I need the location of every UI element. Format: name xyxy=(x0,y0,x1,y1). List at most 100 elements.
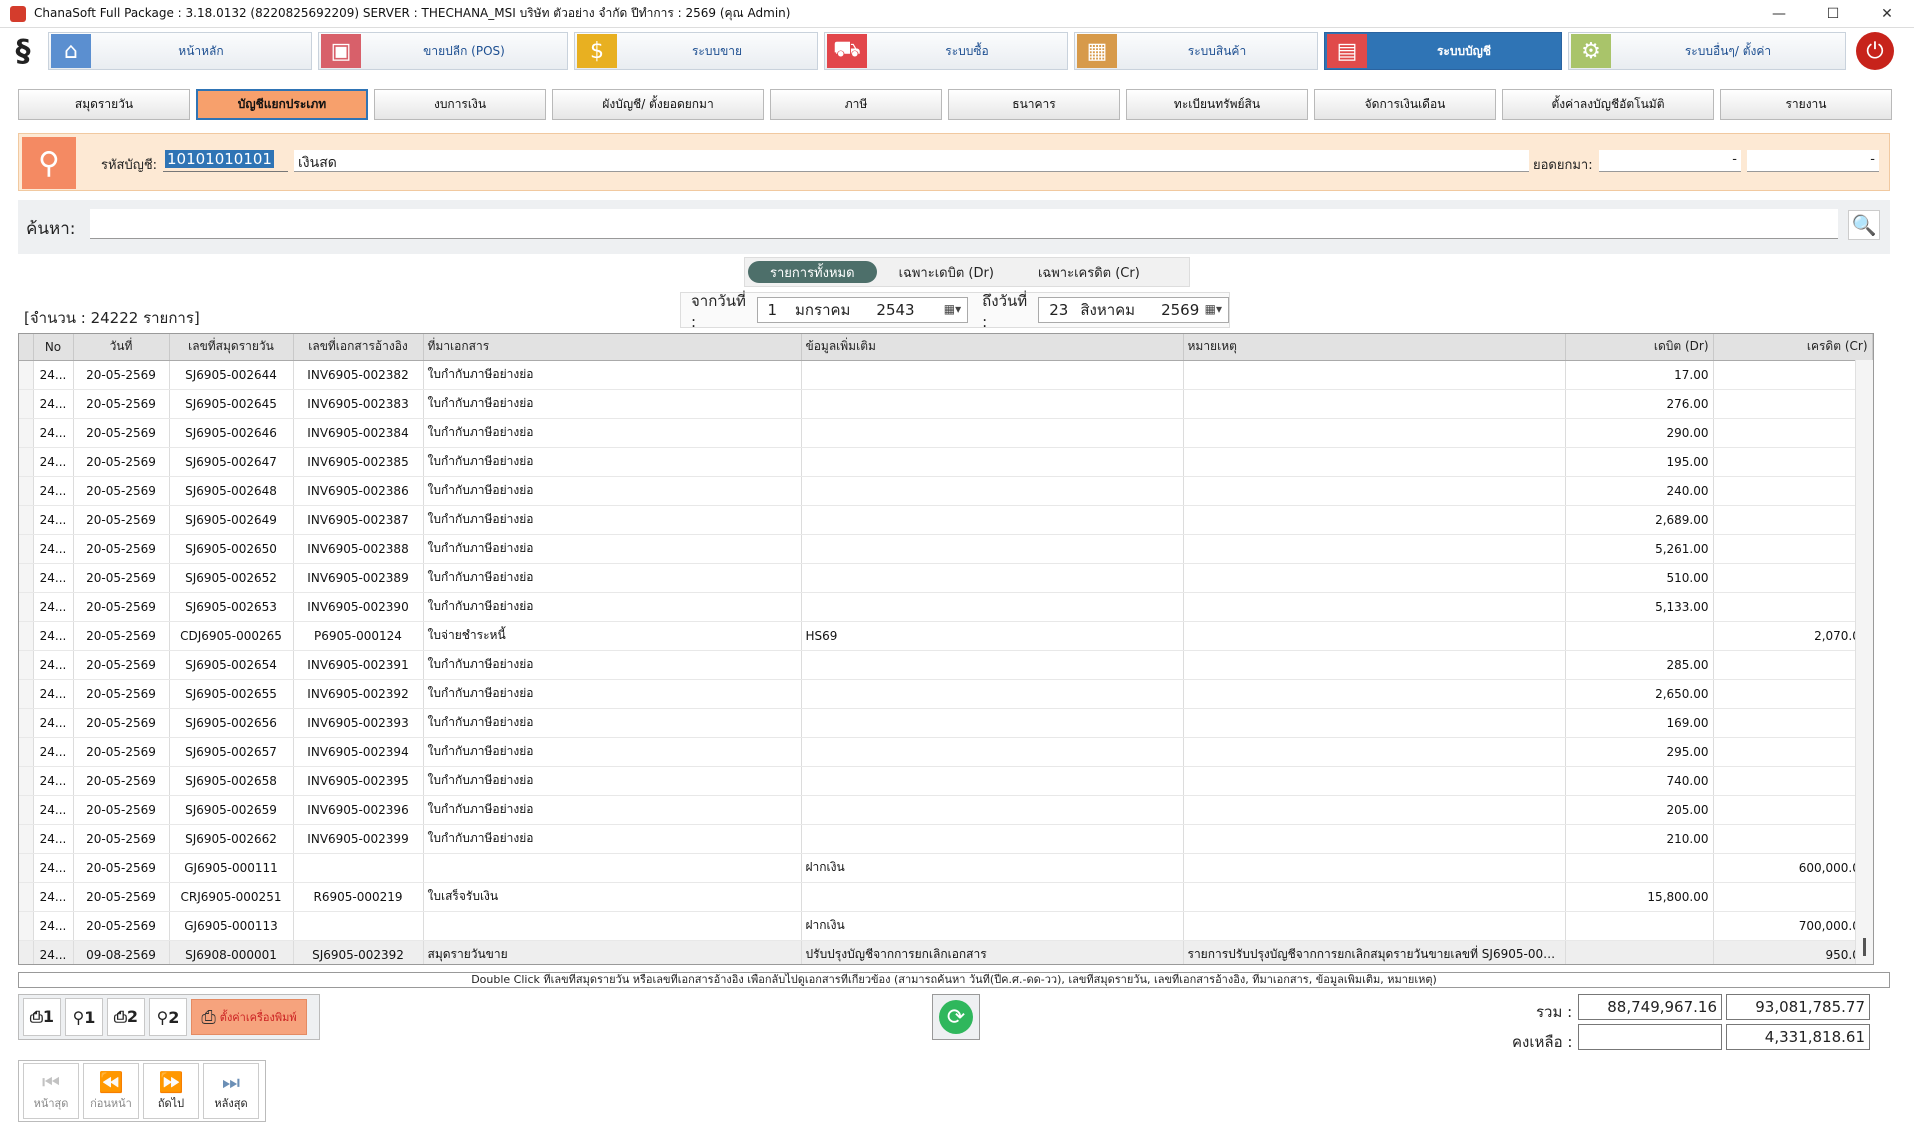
table-cell[interactable]: CRJ6905-000251 xyxy=(169,882,294,912)
table-row[interactable]: 24... 20-05-2569 SJ6905-002648 INV6905-0023… xyxy=(19,476,1873,506)
calendar-dropdown-icon[interactable]: ▦▾ xyxy=(944,302,961,316)
table-cell[interactable]: P6905-000124 xyxy=(293,621,424,651)
filter-option-2[interactable]: เฉพาะเครดิต (Cr) xyxy=(1016,261,1162,283)
table-cell[interactable]: INV6905-002393 xyxy=(293,708,424,738)
row-indicator[interactable] xyxy=(19,650,34,680)
row-indicator[interactable] xyxy=(19,389,34,419)
row-indicator[interactable] xyxy=(19,592,34,622)
table-row[interactable]: 24... 20-05-2569 SJ6905-002654 INV6905-0023… xyxy=(19,650,1873,680)
refresh-button[interactable]: ⟳ xyxy=(932,994,980,1040)
tab-9[interactable]: รายงาน xyxy=(1720,89,1892,120)
table-cell[interactable]: INV6905-002390 xyxy=(293,592,424,622)
nav-item-1[interactable]: ▣ ขายปลีก (POS) xyxy=(318,32,568,70)
account-code-field[interactable]: 10101010101 xyxy=(163,150,288,172)
row-indicator[interactable] xyxy=(19,534,34,564)
previous-page-button[interactable]: ⏪ ก่อนหน้า xyxy=(83,1063,139,1119)
tab-7[interactable]: จัดการเงินเดือน xyxy=(1314,89,1496,120)
power-icon[interactable]: ⏻ xyxy=(1856,32,1894,70)
column-header[interactable]: หมายเหตุ xyxy=(1183,334,1566,361)
table-cell[interactable]: CDJ6905-000265 xyxy=(169,621,294,651)
table-cell[interactable] xyxy=(293,853,424,883)
table-cell[interactable]: SJ6905-002657 xyxy=(169,737,294,767)
column-header[interactable]: เลขที่เอกสารอ้างอิง xyxy=(293,334,424,361)
table-row[interactable]: 24... 20-05-2569 GJ6905-000113 ฝากเงิน 700,0… xyxy=(19,911,1873,941)
tab-5[interactable]: ธนาคาร xyxy=(948,89,1120,120)
row-indicator[interactable] xyxy=(19,824,34,854)
table-row[interactable]: 24... 20-05-2569 SJ6905-002658 INV6905-0023… xyxy=(19,766,1873,796)
row-indicator[interactable] xyxy=(19,940,34,964)
account-lookup-icon[interactable]: ⚲ xyxy=(22,137,76,189)
calendar-dropdown-icon[interactable]: ▦▾ xyxy=(1205,302,1222,316)
search-button[interactable]: 🔍 xyxy=(1848,210,1880,240)
table-cell[interactable]: GJ6905-000113 xyxy=(169,911,294,941)
table-cell[interactable]: SJ6905-002656 xyxy=(169,708,294,738)
column-header[interactable]: วันที่ xyxy=(73,334,170,361)
table-cell[interactable]: SJ6905-002644 xyxy=(169,360,294,390)
table-cell[interactable]: INV6905-002385 xyxy=(293,447,424,477)
print-1-button[interactable]: ⎙1 xyxy=(23,998,61,1036)
table-cell[interactable]: INV6905-002391 xyxy=(293,650,424,680)
table-row[interactable]: 24... 20-05-2569 SJ6905-002655 INV6905-0023… xyxy=(19,679,1873,709)
from-date-picker[interactable]: 1 มกราคม 2543 ▦▾ xyxy=(756,297,969,323)
row-indicator[interactable] xyxy=(19,360,34,390)
table-row[interactable]: 24... 20-05-2569 CDJ6905-000265 P6905-00012… xyxy=(19,621,1873,651)
table-cell[interactable]: SJ6905-002645 xyxy=(169,389,294,419)
table-row[interactable]: 24... 20-05-2569 SJ6905-002644 INV6905-0023… xyxy=(19,360,1873,390)
nav-item-4[interactable]: ▦ ระบบสินค้า xyxy=(1074,32,1318,70)
table-row[interactable]: 24... 20-05-2569 SJ6905-002649 INV6905-0023… xyxy=(19,505,1873,535)
column-header[interactable]: เลขที่สมุดรายวัน xyxy=(169,334,294,361)
table-row[interactable]: 24... 20-05-2569 SJ6905-002650 INV6905-0023… xyxy=(19,534,1873,564)
print-2-button[interactable]: ⎙2 xyxy=(107,998,145,1036)
tab-2[interactable]: งบการเงิน xyxy=(374,89,546,120)
row-indicator[interactable] xyxy=(19,621,34,651)
table-cell[interactable]: SJ6905-002653 xyxy=(169,592,294,622)
table-row[interactable]: 24... 20-05-2569 SJ6905-002659 INV6905-0023… xyxy=(19,795,1873,825)
row-indicator[interactable] xyxy=(19,737,34,767)
column-header[interactable]: เดบิต (Dr) xyxy=(1565,334,1714,361)
row-indicator[interactable] xyxy=(19,911,34,941)
table-cell[interactable]: INV6905-002383 xyxy=(293,389,424,419)
close-button[interactable]: ✕ xyxy=(1860,0,1914,28)
table-cell[interactable]: INV6905-002382 xyxy=(293,360,424,390)
nav-item-5[interactable]: ▤ ระบบบัญชี xyxy=(1324,32,1562,70)
table-row[interactable]: 24... 20-05-2569 SJ6905-002646 INV6905-0023… xyxy=(19,418,1873,448)
table-cell[interactable]: INV6905-002386 xyxy=(293,476,424,506)
tab-8[interactable]: ตั้งค่าลงบัญชีอัตโนมัติ xyxy=(1502,89,1714,120)
row-indicator[interactable] xyxy=(19,795,34,825)
table-cell[interactable]: SJ6905-002652 xyxy=(169,563,294,593)
table-cell[interactable]: INV6905-002395 xyxy=(293,766,424,796)
table-cell[interactable]: SJ6905-002648 xyxy=(169,476,294,506)
table-cell[interactable]: INV6905-002399 xyxy=(293,824,424,854)
table-cell[interactable]: SJ6905-002658 xyxy=(169,766,294,796)
printer-setup-button[interactable]: ⎙ ตั้งค่าเครื่องพิมพ์ xyxy=(191,999,307,1035)
first-page-button[interactable]: ⏮ หน้าสุด xyxy=(23,1063,79,1119)
table-row[interactable]: 24... 20-05-2569 SJ6905-002645 INV6905-0023… xyxy=(19,389,1873,419)
filter-option-1[interactable]: เฉพาะเดบิต (Dr) xyxy=(877,261,1016,283)
table-row[interactable]: 24... 20-05-2569 CRJ6905-000251 R6905-00021… xyxy=(19,882,1873,912)
row-indicator[interactable] xyxy=(19,476,34,506)
table-cell[interactable]: SJ6905-002659 xyxy=(169,795,294,825)
row-indicator[interactable] xyxy=(19,708,34,738)
nav-item-2[interactable]: $ ระบบขาย xyxy=(574,32,818,70)
search-input[interactable] xyxy=(90,209,1838,239)
table-cell[interactable]: INV6905-002388 xyxy=(293,534,424,564)
table-cell[interactable]: SJ6905-002654 xyxy=(169,650,294,680)
table-cell[interactable]: SJ6905-002655 xyxy=(169,679,294,709)
row-indicator[interactable] xyxy=(19,505,34,535)
row-indicator[interactable] xyxy=(19,418,34,448)
row-indicator[interactable] xyxy=(19,853,34,883)
table-row[interactable]: 24... 20-05-2569 GJ6905-000111 ฝากเงิน 600,0… xyxy=(19,853,1873,883)
table-cell[interactable]: INV6905-002389 xyxy=(293,563,424,593)
minimize-button[interactable]: — xyxy=(1752,0,1806,28)
row-indicator[interactable] xyxy=(19,563,34,593)
preview-1-button[interactable]: ⚲1 xyxy=(65,998,103,1036)
table-cell[interactable]: SJ6905-002662 xyxy=(169,824,294,854)
maximize-button[interactable]: ☐ xyxy=(1806,0,1860,28)
nav-item-0[interactable]: ⌂ หน้าหลัก xyxy=(48,32,312,70)
tab-6[interactable]: ทะเบียนทรัพย์สิน xyxy=(1126,89,1308,120)
tab-4[interactable]: ภาษี xyxy=(770,89,942,120)
table-cell[interactable]: SJ6905-002650 xyxy=(169,534,294,564)
preview-2-button[interactable]: ⚲2 xyxy=(149,998,187,1036)
table-cell[interactable]: R6905-000219 xyxy=(293,882,424,912)
table-cell[interactable]: SJ6908-000001 xyxy=(169,940,294,964)
